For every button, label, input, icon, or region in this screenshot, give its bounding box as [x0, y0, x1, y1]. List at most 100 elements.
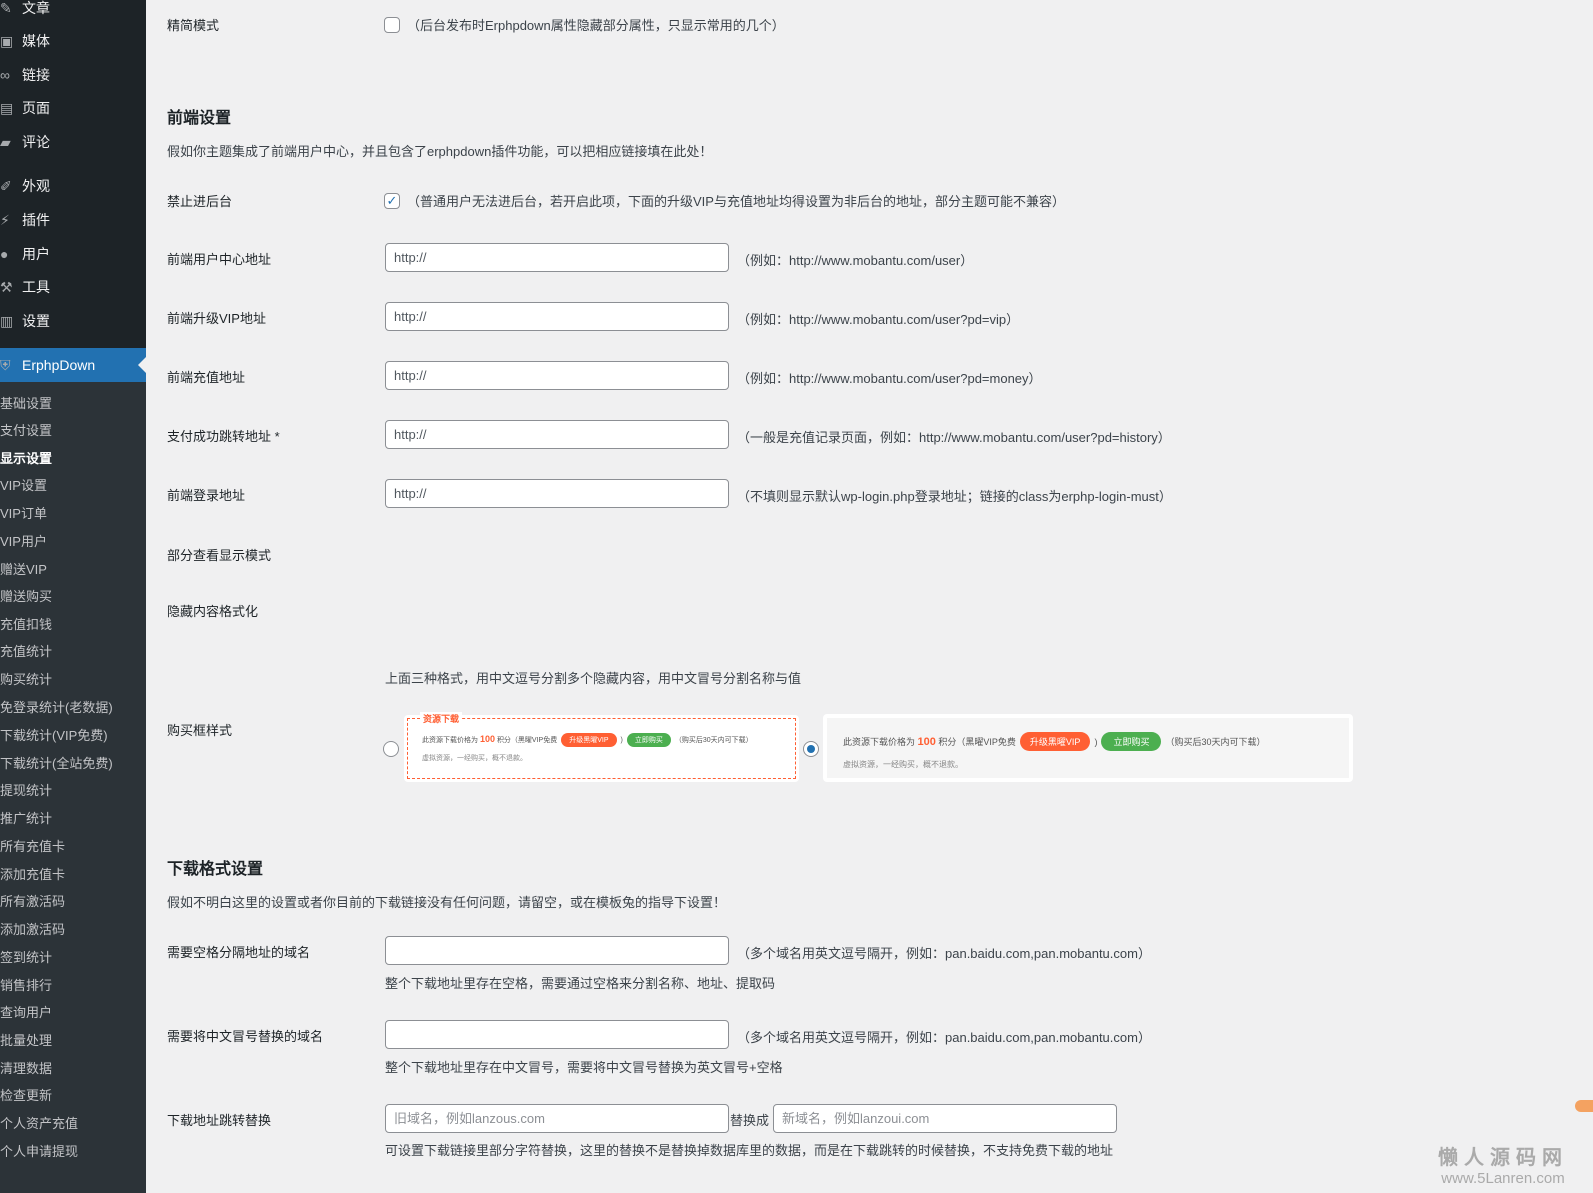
submenu-item[interactable]: 提现统计 [0, 781, 52, 801]
submenu-item[interactable]: VIP设置 [0, 476, 47, 496]
space-domain-hint: （多个域名用英文逗号隔开，例如：pan.baidu.com,pan.mobant… [737, 946, 1151, 961]
replace-with-label: 替换成 [730, 1113, 770, 1128]
submenu-item[interactable]: 基础设置 [0, 394, 52, 414]
submenu-item[interactable]: 显示设置 [0, 449, 52, 469]
buy-box-label: 购买框样式 [167, 723, 233, 738]
block-admin-label: 禁止进后台 [167, 194, 233, 209]
buy-box-style1-preview: 资源下载 此资源下载价格为 100 积分（黑曜VIP免费 升级黑曜VIP) 立即购买… [404, 712, 799, 782]
field-label: 前端用户中心地址 [167, 252, 272, 267]
field-input[interactable]: http:// [385, 243, 729, 272]
menu-item-2[interactable]: ∞ 链接 [0, 58, 146, 92]
menu-label: 用户 [22, 246, 50, 262]
settings-icon: ▥ [0, 312, 14, 329]
menu-label: 链接 [22, 67, 50, 83]
plugin-icon: ⚡ [0, 211, 10, 228]
watermark-cn: 懒人源码网 [1438, 1147, 1568, 1169]
menu-item-10[interactable]: ⛨ ErphpDown [0, 348, 146, 382]
menu-item-0[interactable]: ✎ 文章 [0, 0, 146, 25]
space-domain-input[interactable] [385, 936, 729, 965]
field-input[interactable]: http:// [385, 479, 729, 508]
field-input[interactable]: http:// [385, 361, 729, 390]
menu-label: 媒体 [22, 33, 50, 49]
submenu-item[interactable]: 所有激活码 [0, 892, 65, 912]
buy-box-style1-radio[interactable] [383, 741, 399, 757]
chat-bubble-icon[interactable] [1575, 1100, 1593, 1112]
frontend-intro: 假如你主题集成了前端用户中心，并且包含了erphpdown插件功能，可以把相应链… [167, 144, 713, 159]
menu-label: 页面 [22, 100, 50, 116]
space-domain-note: 整个下载地址里存在空格，需要通过空格来分割名称、地址、提取码 [385, 976, 776, 991]
format-note: 上面三种格式，用中文逗号分割多个隐藏内容，用中文冒号分割名称与值 [385, 671, 802, 686]
hidden-format-label: 隐藏内容格式化 [167, 604, 259, 619]
watermark-url: www.5Lanren.com [1441, 1170, 1565, 1187]
field-hint: （例如：http://www.mobantu.com/user?pd=vip） [737, 312, 1020, 327]
menu-item-9[interactable]: ▥ 设置 [0, 304, 146, 338]
style2-price-text: 此资源下载价格为 [843, 737, 916, 747]
block-admin-desc: （普通用户无法进后台，若开启此项，下面的升级VIP与充值地址均得设置为非后台的地… [407, 194, 1065, 209]
buy-box-style2-preview: 此资源下载价格为 100 积分（黑曜VIP免费 升级黑曜VIP) 立即购买 （购买后3… [823, 714, 1353, 782]
buy-box-style2-radio[interactable] [803, 741, 819, 757]
frontend-heading: 前端设置 [167, 110, 232, 127]
style1-vip-button: 升级黑曜VIP [561, 733, 617, 747]
submenu-item[interactable]: 签到统计 [0, 948, 52, 968]
watermark: 懒人源码网 www.5Lanren.com [1438, 1141, 1568, 1187]
shield-icon: ⛨ [0, 356, 11, 373]
menu-label: ErphpDown [22, 357, 96, 373]
style1-price: 100 [479, 734, 495, 744]
submenu-item[interactable]: 批量处理 [0, 1031, 52, 1051]
submenu-item[interactable]: 充值统计 [0, 642, 52, 662]
page-icon: ▤ [0, 99, 14, 116]
field-input[interactable]: http:// [385, 420, 729, 449]
space-domain-label: 需要空格分隔地址的域名 [167, 945, 311, 960]
style1-price-text: 此资源下载价格为 [422, 737, 478, 744]
block-admin-checkbox[interactable]: ✓ [384, 193, 400, 209]
field-label: 前端充值地址 [167, 370, 246, 385]
submenu-item[interactable]: 个人资产充值 [0, 1114, 78, 1134]
submenu-item[interactable]: 免登录统计(老数据) [0, 698, 113, 718]
submenu-item[interactable]: 赠送VIP [0, 560, 47, 580]
menu-label: 评论 [22, 134, 50, 150]
submenu-item[interactable]: 添加充值卡 [0, 865, 65, 885]
style2-after: （购买后30天内可下载） [1165, 737, 1266, 747]
new-domain-input[interactable]: 新域名，例如lanzoui.com [773, 1104, 1117, 1133]
submenu-item[interactable]: 支付设置 [0, 421, 52, 441]
submenu-item[interactable]: 清理数据 [0, 1059, 52, 1079]
style1-after: （购买后30天内可下载） [674, 737, 753, 744]
submenu-item[interactable]: VIP订单 [0, 504, 47, 524]
comment-icon: ▰ [0, 133, 11, 150]
submenu-item[interactable]: 充值扣钱 [0, 615, 52, 635]
menu-item-6[interactable]: ⚡ 插件 [0, 203, 146, 237]
download-intro: 假如不明白这里的设置或者你目前的下载链接没有任何问题，请留空，或在模板兔的指导下… [167, 895, 727, 910]
colon-domain-input[interactable] [385, 1020, 729, 1049]
download-heading: 下载格式设置 [167, 861, 264, 878]
submenu-item[interactable]: 销售排行 [0, 976, 52, 996]
menu-item-5[interactable]: ✐ 外观 [0, 169, 146, 203]
submenu-item[interactable]: 赠送购买 [0, 587, 52, 607]
menu-item-8[interactable]: ⚒ 工具 [0, 270, 146, 304]
submenu-item[interactable]: 下载统计(全站免费) [0, 754, 113, 774]
menu-label: 外观 [22, 178, 50, 194]
submenu-item[interactable]: 所有充值卡 [0, 837, 65, 857]
submenu-item[interactable]: 检查更新 [0, 1086, 52, 1106]
menu-item-4[interactable]: ▰ 评论 [0, 125, 146, 159]
admin-sidebar: ✎ 文章 ▣ 媒体 ∞ 链接 ▤ 页面 ▰ 评论 ✐ 外观 ⚡ 插件 ● 用户 ⚒ 工具 ▥ 设置 ⛨ ErphpDown… [0, 0, 146, 1193]
menu-item-1[interactable]: ▣ 媒体 [0, 24, 146, 58]
field-input[interactable]: http:// [385, 302, 729, 331]
field-hint: （例如：http://www.mobantu.com/user?pd=money… [737, 371, 1042, 386]
style2-vip-button: 升级黑曜VIP [1019, 732, 1091, 751]
menu-label: 设置 [22, 313, 50, 329]
style1-note: 虚拟资源，一经购买，概不退款。 [422, 755, 527, 762]
field-label: 前端升级VIP地址 [167, 311, 266, 326]
link-icon: ∞ [0, 67, 10, 83]
submenu-item[interactable]: 添加激活码 [0, 920, 65, 940]
submenu-item[interactable]: 推广统计 [0, 809, 52, 829]
old-domain-input[interactable]: 旧域名，例如lanzous.com [385, 1104, 729, 1133]
menu-item-3[interactable]: ▤ 页面 [0, 91, 146, 125]
submenu-item[interactable]: 个人申请提现 [0, 1142, 78, 1162]
simple-mode-checkbox[interactable] [384, 17, 400, 33]
field-label: 支付成功跳转地址 * [167, 429, 280, 444]
submenu-item[interactable]: 购买统计 [0, 670, 52, 690]
menu-item-7[interactable]: ● 用户 [0, 237, 146, 271]
submenu-item[interactable]: VIP用户 [0, 532, 47, 552]
submenu-item[interactable]: 查询用户 [0, 1003, 52, 1023]
submenu-item[interactable]: 下载统计(VIP免费) [0, 726, 108, 746]
